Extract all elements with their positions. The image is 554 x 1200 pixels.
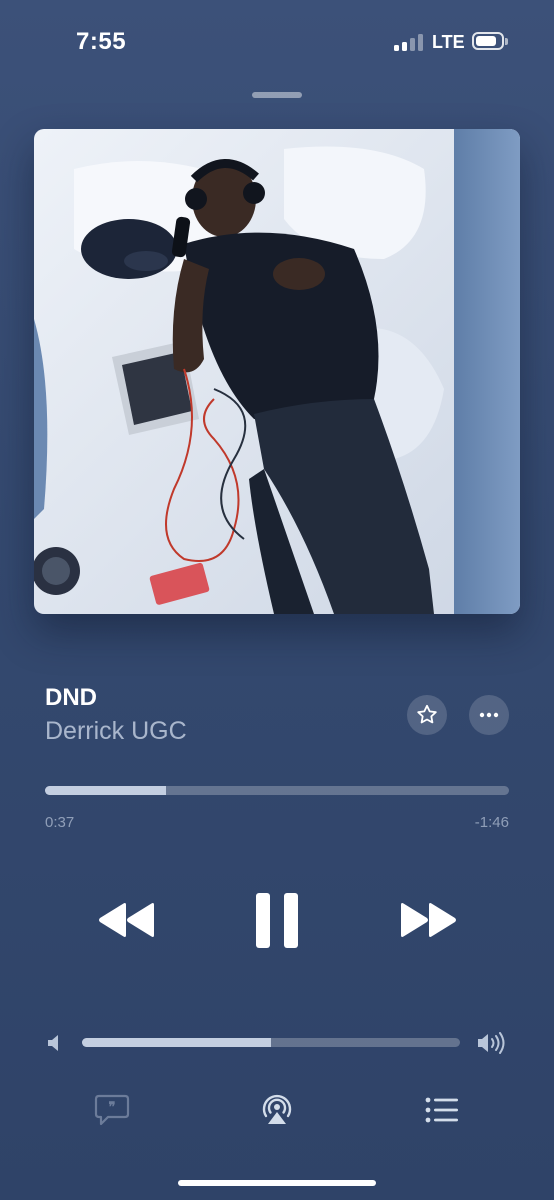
now-playing-screen: 7:55 LTE DND Derrick UGC 0:37 -1:46 ❞ (0, 0, 554, 1200)
airplay-icon (262, 1094, 292, 1124)
battery-icon (472, 32, 504, 50)
ellipsis-icon (479, 712, 499, 718)
track-artist[interactable]: Derrick UGC (45, 717, 187, 746)
volume-slider[interactable] (82, 1038, 460, 1047)
queue-button[interactable] (425, 1097, 459, 1128)
queue-list-icon (425, 1097, 458, 1123)
volume-fill (82, 1038, 271, 1047)
speaker-low-icon (46, 1033, 64, 1058)
cellular-signal-icon (394, 33, 424, 51)
home-indicator[interactable] (178, 1180, 376, 1186)
rewind-icon (99, 903, 154, 937)
airplay-button[interactable] (259, 1091, 295, 1132)
speaker-high-icon (476, 1031, 508, 1060)
fast-forward-button[interactable] (398, 901, 458, 944)
rewind-button[interactable] (97, 901, 157, 944)
svg-text:❞: ❞ (109, 1099, 116, 1114)
network-type: LTE (432, 32, 465, 52)
star-icon (417, 704, 437, 724)
battery-tip (505, 38, 508, 45)
more-options-button[interactable] (469, 695, 509, 735)
remaining-time: -1:46 (474, 814, 509, 831)
lyrics-quote-icon: ❞ (94, 1094, 130, 1126)
pause-button[interactable] (255, 892, 299, 954)
fast-forward-icon (401, 903, 456, 937)
favorite-button[interactable] (407, 695, 447, 735)
elapsed-time: 0:37 (45, 814, 75, 831)
playback-scrubber[interactable] (45, 786, 509, 795)
album-artwork (34, 129, 520, 614)
playback-progress-fill (45, 786, 166, 795)
track-title: DND (45, 684, 97, 711)
pause-icon (256, 893, 298, 948)
status-time: 7:55 (76, 28, 127, 55)
lyrics-button[interactable]: ❞ (94, 1093, 130, 1132)
sheet-grabber[interactable] (252, 92, 302, 98)
